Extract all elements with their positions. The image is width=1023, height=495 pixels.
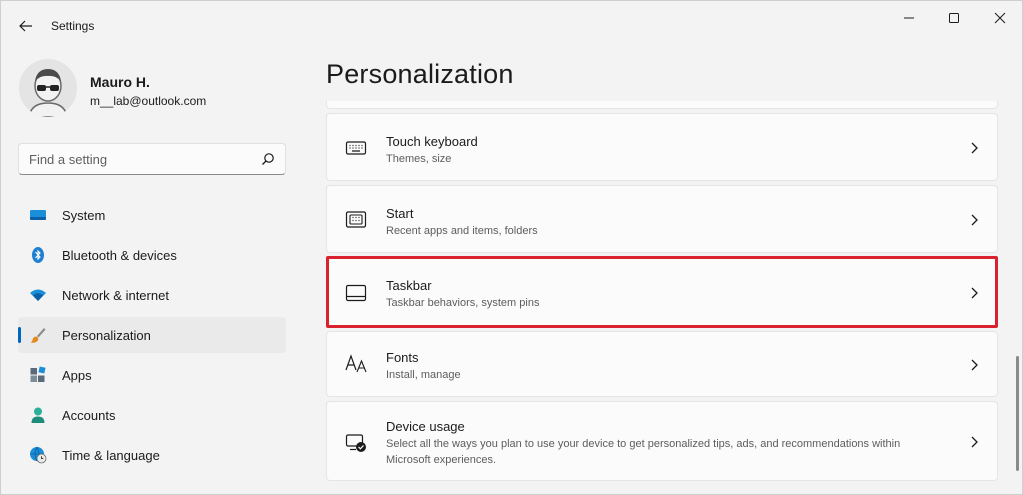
chevron-right-icon xyxy=(971,287,978,299)
search-input[interactable] xyxy=(29,150,254,168)
page-title: Personalization xyxy=(326,59,514,89)
sidebar-item-label: Bluetooth & devices xyxy=(62,248,177,263)
apps-icon xyxy=(30,366,46,382)
start-icon xyxy=(345,211,367,228)
user-email: m__lab@outlook.com xyxy=(90,94,207,108)
chevron-right-icon xyxy=(971,142,978,154)
sidebar-item-label: System xyxy=(62,208,106,223)
card-taskbar[interactable]: Taskbar Taskbar behaviors, system pins xyxy=(326,257,998,327)
monitor-icon xyxy=(30,210,46,220)
sidebar-item-accounts[interactable]: Accounts xyxy=(18,397,286,433)
back-arrow-icon xyxy=(19,20,32,32)
card-title: Start xyxy=(386,206,414,221)
card-partial xyxy=(326,101,998,109)
minimize-button[interactable] xyxy=(891,6,927,30)
card-title: Fonts xyxy=(386,350,419,365)
sidebar-nav: System Bluetooth & devices Network & int… xyxy=(18,197,286,477)
fonts-icon xyxy=(345,354,367,373)
card-subtitle: Select all the ways you plan to use your… xyxy=(386,438,901,466)
user-name: Mauro H. xyxy=(90,74,150,90)
card-subtitle: Themes, size xyxy=(386,153,452,165)
card-fonts[interactable]: Fonts Install, manage xyxy=(326,331,998,397)
chevron-right-icon xyxy=(971,359,978,371)
search-box[interactable] xyxy=(18,143,286,175)
card-subtitle: Recent apps and items, folders xyxy=(386,225,538,237)
scrollbar-thumb[interactable] xyxy=(1016,356,1019,471)
sidebar-item-apps[interactable]: Apps xyxy=(18,357,286,393)
globe-clock-icon xyxy=(30,446,47,464)
sidebar-item-label: Accounts xyxy=(62,408,116,423)
close-button[interactable] xyxy=(982,6,1018,30)
card-touch-keyboard[interactable]: Touch keyboard Themes, size xyxy=(326,113,998,181)
app-title: Settings xyxy=(51,19,95,33)
card-title: Touch keyboard xyxy=(386,134,478,149)
wifi-icon xyxy=(30,289,46,301)
active-indicator xyxy=(18,327,21,343)
maximize-icon xyxy=(949,13,959,23)
chevron-right-icon xyxy=(971,436,978,448)
brush-icon xyxy=(30,328,46,343)
close-icon xyxy=(994,12,1006,24)
bluetooth-icon xyxy=(32,247,44,263)
title-bar: Settings xyxy=(1,1,1022,49)
sidebar-item-bluetooth[interactable]: Bluetooth & devices xyxy=(18,237,286,273)
chevron-right-icon xyxy=(971,214,978,226)
sidebar-item-label: Time & language xyxy=(62,448,160,463)
card-title: Taskbar xyxy=(386,278,432,293)
user-avatar-icon xyxy=(19,59,77,117)
card-device-usage[interactable]: Device usage Select all the ways you pla… xyxy=(326,401,998,481)
maximize-button[interactable] xyxy=(936,6,972,30)
settings-window: Settings Mauro H. m__lab@outlook.com Fin… xyxy=(0,0,1023,495)
sidebar-item-label: Apps xyxy=(62,368,92,383)
taskbar-icon xyxy=(345,284,367,302)
avatar[interactable] xyxy=(19,59,77,117)
card-title: Device usage xyxy=(386,419,465,434)
sidebar-item-personalization[interactable]: Personalization xyxy=(18,317,286,353)
search-icon[interactable] xyxy=(261,152,275,166)
card-start[interactable]: Start Recent apps and items, folders xyxy=(326,185,998,253)
sidebar-item-label: Personalization xyxy=(62,328,151,343)
sidebar-item-network[interactable]: Network & internet xyxy=(18,277,286,313)
card-subtitle: Taskbar behaviors, system pins xyxy=(386,297,540,309)
keyboard-icon xyxy=(345,141,367,155)
sidebar-item-system[interactable]: System xyxy=(18,197,286,233)
back-button[interactable] xyxy=(13,13,39,39)
minimize-icon xyxy=(904,17,914,19)
sidebar-item-time-language[interactable]: Time & language xyxy=(18,437,286,473)
device-usage-icon xyxy=(345,434,366,452)
sidebar-item-label: Network & internet xyxy=(62,288,169,303)
person-icon xyxy=(31,407,45,423)
card-subtitle: Install, manage xyxy=(386,369,461,381)
